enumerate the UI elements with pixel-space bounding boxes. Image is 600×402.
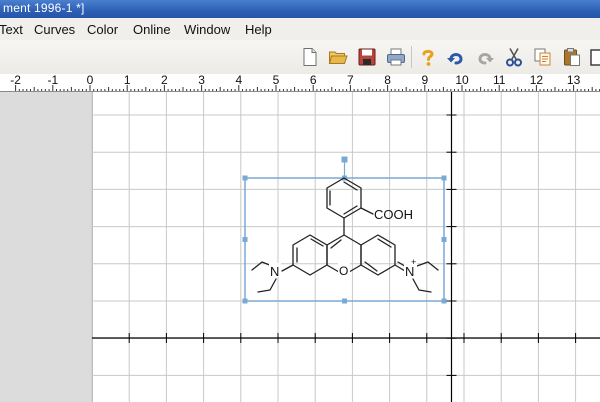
undo-icon <box>447 53 463 65</box>
menu-text[interactable]: Text <box>0 22 23 37</box>
help-icon <box>422 49 434 66</box>
resize-handle-bottom-left[interactable] <box>242 298 248 304</box>
resize-handle-left[interactable] <box>242 237 248 242</box>
resize-handle-top-left[interactable] <box>242 175 248 181</box>
ruler-label: 10 <box>455 74 469 87</box>
iminium-charge-label: + <box>411 257 416 267</box>
overflow-tool-button[interactable] <box>589 45 600 69</box>
ruler-label: 12 <box>529 74 544 87</box>
menu-help[interactable]: Help <box>245 22 272 37</box>
save-button[interactable] <box>355 45 379 69</box>
left-amine-label: N <box>270 264 279 279</box>
new-document-button[interactable] <box>298 45 322 69</box>
ruler-label: 4 <box>235 74 243 87</box>
menu-online[interactable]: Online <box>133 22 171 37</box>
ruler-label: 7 <box>347 74 354 87</box>
toolbar-overflow-icon <box>590 49 600 66</box>
menu-curves[interactable]: Curves <box>34 22 75 37</box>
resize-handle-bottom[interactable] <box>342 298 347 304</box>
cooh-label: COOH <box>374 207 413 222</box>
help-button[interactable] <box>416 45 440 69</box>
selection-frame <box>244 177 445 302</box>
ruler-label: 11 <box>492 74 506 87</box>
ruler-label: 6 <box>309 74 317 87</box>
rotation-handle[interactable] <box>341 156 348 163</box>
side-panel <box>0 92 93 402</box>
open-button[interactable] <box>326 45 350 69</box>
resize-handle-bottom-right[interactable] <box>441 298 447 304</box>
title-bar: ment 1996-1 *] <box>0 0 600 18</box>
ruler-label: 5 <box>272 74 280 87</box>
ruler-label: 8 <box>384 74 391 87</box>
open-folder-icon <box>328 51 348 64</box>
redo-icon <box>478 53 494 65</box>
ruler-label: 9 <box>421 74 429 87</box>
ruler-label: 2 <box>161 74 168 87</box>
ruler-label: -2 <box>10 74 21 87</box>
window-title: ment 1996-1 *] <box>3 1 85 15</box>
new-document-icon <box>303 48 317 66</box>
copy-button[interactable] <box>531 45 555 69</box>
ruler-label: 1 <box>123 74 131 87</box>
toolbar <box>0 40 600 75</box>
carboxyl-bond <box>360 207 374 215</box>
benzoic-ring <box>326 177 362 219</box>
ruler-label: 0 <box>86 74 94 87</box>
ring-oxygen-label: O <box>339 264 348 278</box>
paste-icon <box>564 48 580 66</box>
paste-button[interactable] <box>560 45 584 69</box>
cut-button[interactable] <box>502 45 526 69</box>
toolbar-separator <box>411 46 412 68</box>
menu-window[interactable]: Window <box>184 22 230 37</box>
left-amine-bond <box>281 264 294 272</box>
copy-icon <box>534 48 551 66</box>
ruler-label: 3 <box>198 74 205 87</box>
cut-icon <box>506 48 522 67</box>
ruler-label: 13 <box>566 74 581 87</box>
resize-handle-right[interactable] <box>441 237 447 242</box>
horizontal-ruler[interactable]: -2 -1 0 1 2 3 4 5 6 7 8 9 10 11 12 13 <box>0 74 600 92</box>
resize-handle-top-right[interactable] <box>441 175 447 181</box>
menu-bar: Text Curves Color Online Window Help <box>0 18 600 41</box>
ruler-label: -1 <box>47 74 59 87</box>
print-button[interactable] <box>384 45 408 69</box>
save-icon <box>358 48 376 66</box>
redo-button[interactable] <box>473 45 497 69</box>
undo-button[interactable] <box>444 45 468 69</box>
menu-color[interactable]: Color <box>87 22 118 37</box>
print-icon <box>387 48 405 66</box>
